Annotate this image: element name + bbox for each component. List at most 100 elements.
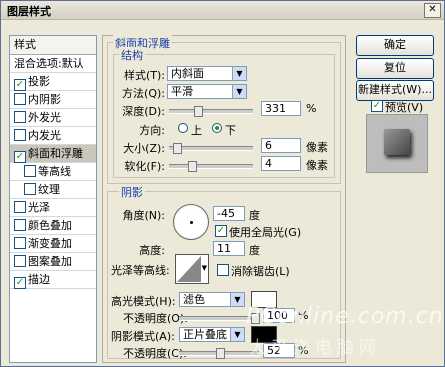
shadow-mode-value: 正片叠底 — [183, 328, 227, 341]
close-button[interactable]: ✕ — [424, 3, 441, 18]
style-enable-checkbox[interactable]: ✓ — [14, 277, 26, 289]
style-list-item-label: 图案叠加 — [28, 255, 72, 268]
global-light-checkbox[interactable]: ✓ — [215, 225, 227, 237]
technique-value: 平滑 — [171, 85, 193, 98]
style-list-item[interactable]: 内发光 — [10, 127, 96, 145]
shading-group-title: 阴影 — [119, 184, 145, 200]
style-list-item-label: 斜面和浮雕 — [28, 147, 83, 160]
style-list-header[interactable]: 样式 — [10, 36, 96, 55]
angle-input[interactable]: -45 — [213, 206, 245, 221]
shadow-mode-select[interactable]: 正片叠底 ▼ — [179, 327, 245, 342]
style-list-item-label: 描边 — [28, 273, 50, 286]
style-list-item[interactable]: 内阴影 — [10, 91, 96, 109]
style-label: 样式(T): — [123, 69, 165, 82]
style-list-item-label: 内阴影 — [28, 93, 61, 106]
style-list-item-label: 外发光 — [28, 111, 61, 124]
style-list-item-label: 渐变叠加 — [28, 237, 72, 250]
size-input[interactable]: 6 — [261, 138, 301, 153]
technique-select[interactable]: 平滑 ▼ — [167, 84, 247, 99]
angle-dial[interactable] — [173, 204, 209, 240]
style-list-item[interactable]: 外发光 — [10, 109, 96, 127]
highlight-mode-select[interactable]: 滤色 ▼ — [179, 292, 245, 307]
depth-slider[interactable] — [169, 106, 253, 117]
size-slider-thumb[interactable] — [173, 143, 182, 154]
depth-slider-thumb[interactable] — [194, 106, 203, 117]
direction-up-label: 上 — [191, 124, 202, 137]
altitude-label: 高度: — [139, 244, 165, 257]
bevel-style-value: 内斜面 — [171, 67, 204, 80]
style-list-item-label: 纹理 — [38, 183, 60, 196]
chevron-down-icon: ▼ — [230, 328, 244, 341]
preview-label: 预览(V) — [385, 101, 424, 114]
size-label: 大小(Z): — [123, 142, 165, 155]
style-list-item[interactable]: 混合选项:默认 — [10, 55, 96, 73]
direction-label: 方向: — [139, 124, 165, 137]
highlight-mode-label: 高光模式(H): — [111, 295, 176, 308]
style-list-item[interactable]: ✓ 斜面和浮雕 — [10, 145, 96, 163]
preview-checkbox[interactable]: ✓ — [371, 100, 383, 112]
style-enable-checkbox[interactable] — [24, 183, 36, 195]
soften-slider[interactable] — [169, 161, 253, 172]
depth-input[interactable]: 331 — [261, 101, 301, 116]
shadow-opacity-thumb[interactable] — [216, 348, 225, 359]
soften-slider-thumb[interactable] — [188, 161, 197, 172]
chevron-down-icon: ▼ — [230, 293, 244, 306]
style-list-item[interactable]: ✓ 描边 — [10, 271, 96, 289]
new-style-button[interactable]: 新建样式(W)... — [356, 80, 434, 101]
watermark-text: 太平洋电脑网 — [249, 338, 381, 358]
size-unit: 像素 — [306, 141, 328, 154]
style-list-item-label: 混合选项:默认 — [14, 57, 84, 70]
style-list-item[interactable]: 渐变叠加 — [10, 235, 96, 253]
altitude-unit: 度 — [249, 244, 260, 257]
style-enable-checkbox[interactable] — [14, 93, 26, 105]
style-list-item-label: 等高线 — [38, 165, 71, 178]
style-list-item-label: 投影 — [28, 75, 50, 88]
altitude-input[interactable]: 11 — [213, 241, 245, 256]
global-light-label: 使用全局光(G) — [229, 226, 302, 239]
style-list-item[interactable]: 等高线 — [10, 163, 96, 181]
highlight-mode-value: 滤色 — [183, 293, 205, 306]
style-enable-checkbox[interactable] — [14, 201, 26, 213]
style-list-item-label: 颜色叠加 — [28, 219, 72, 232]
style-list-item[interactable]: 纹理 — [10, 181, 96, 199]
structure-title: 结构 — [119, 47, 145, 63]
shadow-opacity-label: 不透明度(C): — [123, 347, 187, 360]
style-enable-checkbox[interactable] — [14, 111, 26, 123]
direction-down-radio[interactable] — [212, 123, 222, 133]
chevron-down-icon: ▼ — [232, 67, 246, 80]
antialias-label: 消除锯齿(L) — [231, 265, 290, 278]
style-enable-checkbox[interactable] — [14, 219, 26, 231]
style-preview-thumbnail — [366, 114, 428, 173]
angle-label: 角度(N): — [122, 209, 165, 222]
soften-label: 软化(F): — [124, 160, 165, 173]
angle-unit: 度 — [249, 209, 260, 222]
direction-up-radio[interactable] — [178, 123, 188, 133]
ok-button[interactable]: 确定 — [356, 35, 434, 56]
style-list-item[interactable]: 光泽 — [10, 199, 96, 217]
soften-input[interactable]: 4 — [261, 156, 301, 171]
gloss-contour-label: 光泽等高线: — [111, 264, 170, 277]
chevron-down-icon: ▼ — [201, 264, 207, 272]
shadow-opacity-slider[interactable] — [179, 348, 259, 359]
dialog-title: 图层样式 — [7, 5, 51, 18]
watermark-logo: PConline.com.cn — [246, 304, 444, 329]
style-list-item[interactable]: 图案叠加 — [10, 253, 96, 271]
preview-square — [384, 129, 410, 155]
style-enable-checkbox[interactable] — [14, 255, 26, 267]
style-enable-checkbox[interactable]: ✓ — [14, 79, 26, 91]
gloss-contour-picker[interactable]: ▼ — [175, 254, 209, 284]
style-enable-checkbox[interactable]: ✓ — [14, 151, 26, 163]
style-enable-checkbox[interactable] — [24, 165, 36, 177]
style-list: 样式 混合选项:默认 ✓ 投影 内阴影 外发光 内发光 ✓ 斜面和浮雕 等高线 纹理 光泽 颜色叠加渐… — [9, 35, 97, 363]
depth-unit: % — [306, 102, 317, 115]
style-enable-checkbox[interactable] — [14, 237, 26, 249]
direction-down-label: 下 — [225, 124, 236, 137]
shadow-mode-label: 阴影模式(A): — [111, 330, 175, 343]
style-list-item[interactable]: 颜色叠加 — [10, 217, 96, 235]
style-list-item[interactable]: ✓ 投影 — [10, 73, 96, 91]
antialias-checkbox[interactable] — [217, 264, 229, 276]
reset-button[interactable]: 复位 — [356, 58, 434, 79]
size-slider[interactable] — [169, 143, 253, 154]
style-enable-checkbox[interactable] — [14, 129, 26, 141]
bevel-style-select[interactable]: 内斜面 ▼ — [167, 66, 247, 81]
